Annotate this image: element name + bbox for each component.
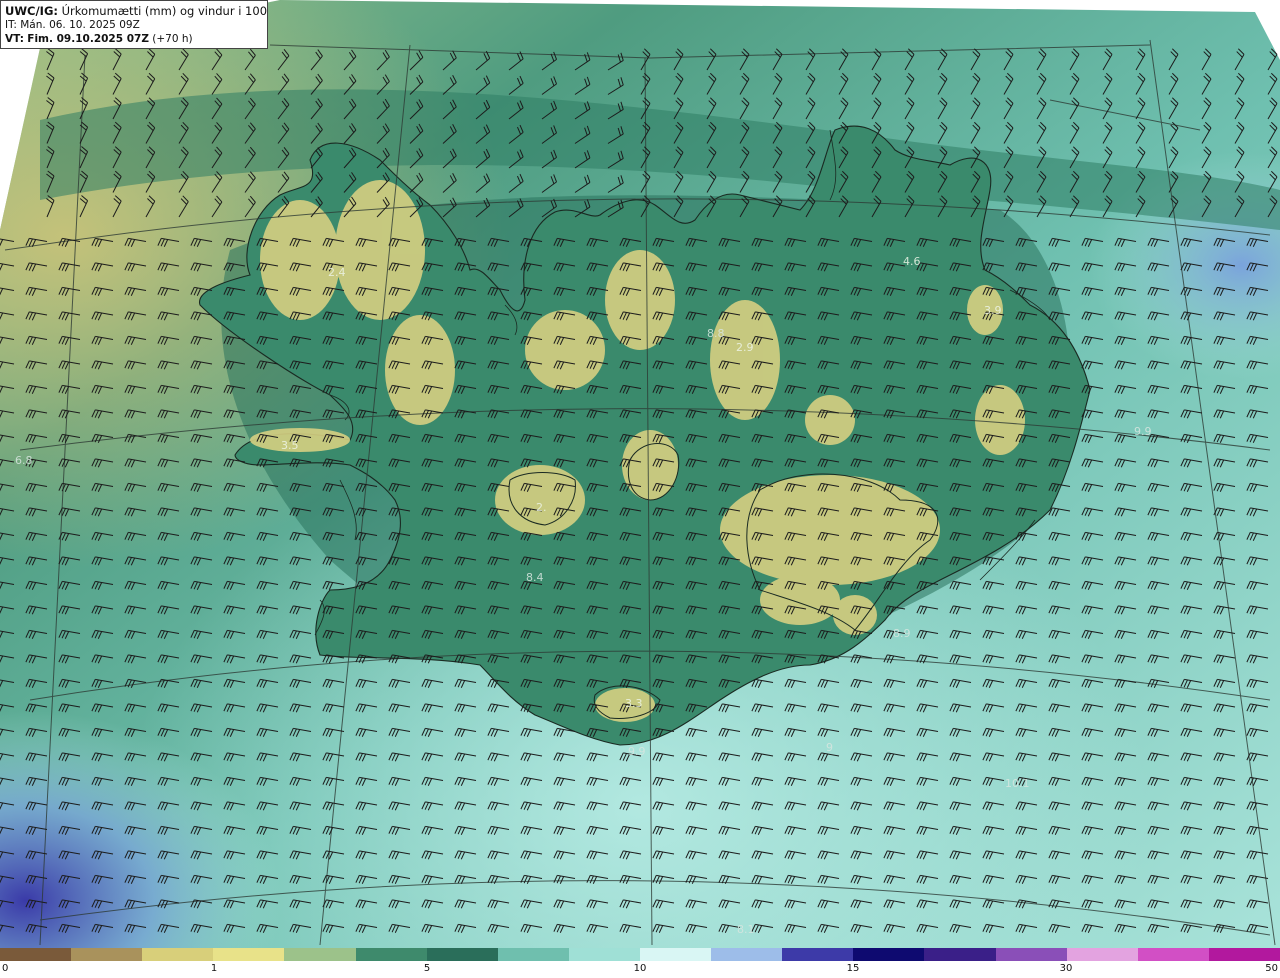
- field-title: Úrkomumætti (mm) og vindur i 100m hæð: [61, 4, 268, 18]
- value-label: 9.9: [1134, 425, 1152, 438]
- value-label: 2.: [536, 501, 547, 514]
- colorbar-segment: [497, 948, 569, 961]
- value-label: 4.6: [903, 255, 921, 268]
- value-label: 9.9: [628, 745, 646, 758]
- colorbar-segment: [924, 948, 996, 961]
- colorbar-segment: [711, 948, 783, 961]
- colorbar-tick: 50: [1265, 963, 1278, 974]
- colorbar-segment: [853, 948, 925, 961]
- value-label: 3.9: [984, 304, 1002, 317]
- colorbar-segment: [782, 948, 854, 961]
- colorbar-legend: 0 1 5 10 15 30 50: [0, 948, 1280, 978]
- colorbar-segment: [1066, 948, 1138, 961]
- colorbar-tick: 0: [2, 963, 9, 974]
- valid-time: Fim. 09.10.2025 07Z: [27, 33, 149, 45]
- value-label: 3.3: [625, 697, 643, 710]
- value-label: 8.1: [737, 923, 755, 936]
- colorbar-tick: 15: [846, 963, 860, 974]
- value-label: 2.9: [736, 341, 754, 354]
- colorbar-segment: [1208, 948, 1280, 961]
- model-label: UWC/IG:: [5, 4, 58, 18]
- value-label: 2.4: [328, 266, 346, 279]
- colorbar-segment: [142, 948, 214, 961]
- issue-label: IT:: [5, 19, 17, 31]
- colorbar-segment: [71, 948, 143, 961]
- colorbar-segment: [213, 948, 285, 961]
- map-info-box: UWC/IG: Úrkomumætti (mm) og vindur i 100…: [0, 0, 268, 49]
- colorbar-segment: [568, 948, 640, 961]
- colorbar-segment: [284, 948, 356, 961]
- colorbar-segment: [355, 948, 427, 961]
- colorbar-tick: 1: [210, 963, 218, 974]
- value-label: 3.5: [281, 439, 299, 452]
- precipitation-map: 2.4 4.6 3.9 2.9 8.8 3.5 6.8 9.9 2. 8.4 3…: [0, 0, 1280, 948]
- colorbar-tick: 5: [423, 963, 431, 974]
- value-label: 8.4: [526, 571, 544, 584]
- value-label: 9: [826, 741, 833, 754]
- colorbar-segment: [426, 948, 498, 961]
- colorbar-strip: [0, 948, 1280, 961]
- lead-time: (+70 h): [152, 33, 193, 45]
- value-label: 8.8: [707, 327, 725, 340]
- value-label: 10.1: [1005, 777, 1030, 790]
- colorbar-segment: [0, 948, 72, 961]
- value-label: 6.8: [15, 454, 33, 467]
- colorbar-tick: 30: [1059, 963, 1073, 974]
- colorbar-segment: [639, 948, 712, 961]
- value-label: 8.9: [893, 627, 911, 640]
- colorbar-tick: 10: [633, 963, 647, 974]
- colorbar-segment: [995, 948, 1067, 961]
- valid-label: VT:: [5, 33, 24, 45]
- colorbar-segment: [1137, 948, 1209, 961]
- issue-time: Mán. 06. 10. 2025 09Z: [20, 19, 140, 31]
